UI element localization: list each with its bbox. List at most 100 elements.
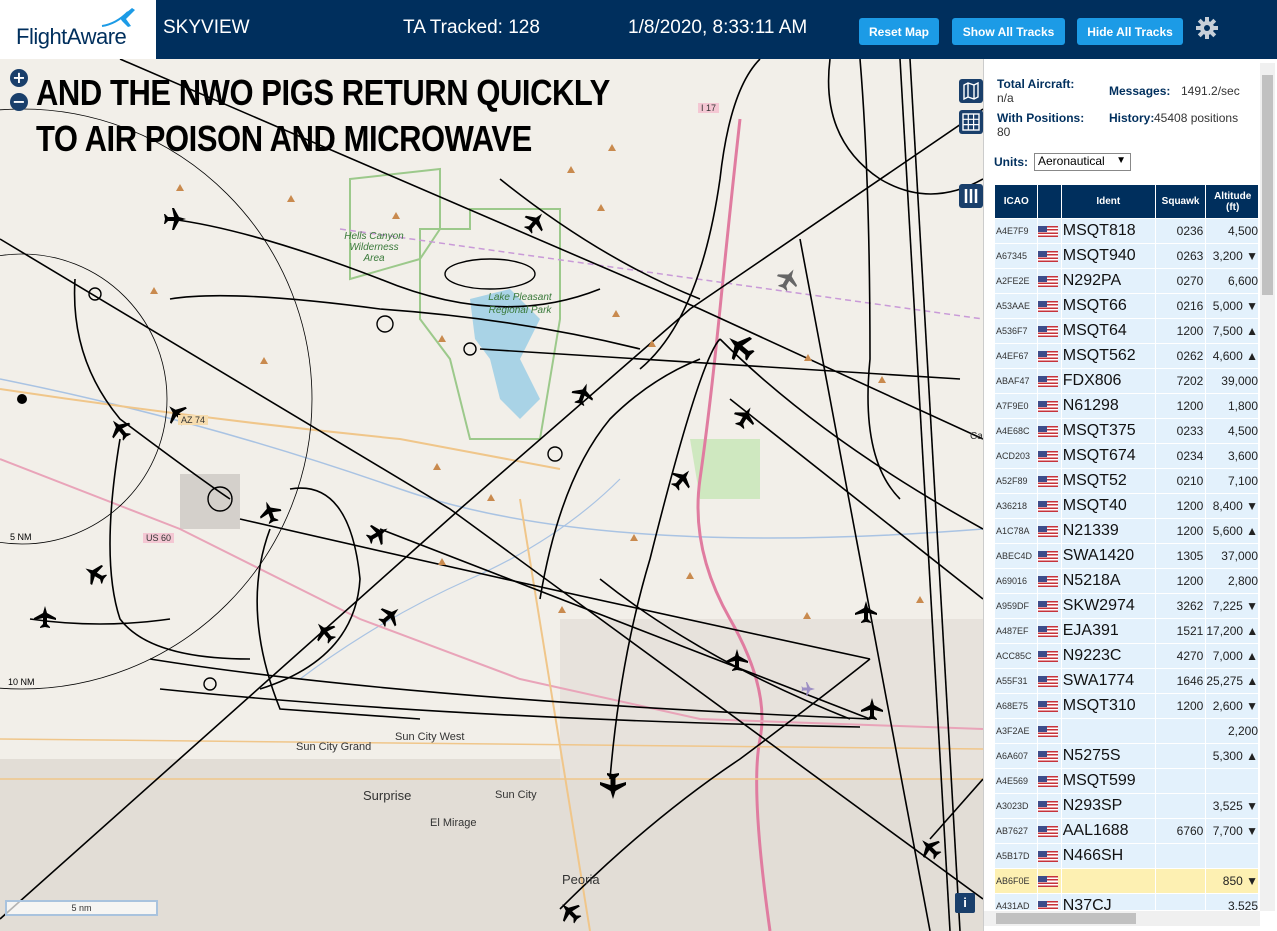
us-flag-icon bbox=[1038, 901, 1059, 910]
flag-cell bbox=[1038, 619, 1061, 643]
altitude-cell: 5,600 ▲ bbox=[1206, 519, 1258, 543]
table-row[interactable]: A4EF67 MSQT562 0262 4,600 ▲ bbox=[995, 344, 1258, 368]
boundary-line bbox=[339, 228, 983, 320]
col-flag-header[interactable] bbox=[1038, 185, 1061, 218]
us-flag-icon bbox=[1038, 276, 1059, 288]
col-icao-header[interactable]: ICAO bbox=[995, 185, 1038, 218]
tracked-count: TA Tracked: 128 bbox=[403, 17, 540, 38]
ident-cell: FDX806 bbox=[1061, 369, 1155, 393]
squawk-cell: 1200 bbox=[1155, 319, 1206, 343]
aircraft-table: ICAO Ident Squawk Altitude (ft) A4E7F9 MS… bbox=[994, 184, 1258, 910]
flag-cell bbox=[1038, 894, 1061, 910]
receiver-location bbox=[17, 394, 27, 404]
icao-cell: AB7627 bbox=[995, 819, 1038, 843]
altitude-cell: 4,500 bbox=[1206, 219, 1258, 243]
table-row[interactable]: A1C78A N21339 1200 5,600 ▲ bbox=[995, 519, 1258, 543]
altitude-cell: 4,500 bbox=[1206, 419, 1258, 443]
flag-cell bbox=[1038, 419, 1061, 443]
vertical-scrollbar[interactable] bbox=[1260, 63, 1275, 911]
table-row[interactable]: A2FE2E N292PA 0270 6,600 bbox=[995, 269, 1258, 293]
zoom-in-button[interactable]: + bbox=[10, 69, 28, 87]
hells-canyon-label: Hells Canyon Wilderness Area bbox=[344, 231, 404, 264]
grid-icon[interactable] bbox=[959, 110, 983, 134]
altitude-cell: 7,100 bbox=[1206, 469, 1258, 493]
table-row[interactable]: AB6F0E 850 ▼ bbox=[995, 869, 1258, 893]
info-button[interactable]: i bbox=[955, 893, 975, 913]
scrollbar-thumb[interactable] bbox=[1262, 75, 1273, 295]
flag-cell bbox=[1038, 344, 1061, 368]
us-flag-icon bbox=[1038, 401, 1059, 413]
zoom-out-button[interactable]: − bbox=[10, 93, 28, 111]
scrollbar-thumb[interactable] bbox=[996, 913, 1136, 924]
table-row[interactable]: ABAF47 FDX806 7202 39,000 bbox=[995, 369, 1258, 393]
flag-cell bbox=[1038, 469, 1061, 493]
altitude-cell: 7,225 ▼ bbox=[1206, 594, 1258, 618]
horizontal-scrollbar[interactable] bbox=[984, 911, 1260, 926]
us-flag-icon bbox=[1038, 551, 1059, 563]
table-row[interactable]: A431AD N37CJ 3,525 bbox=[995, 894, 1258, 910]
altitude-cell: 3,525 ▼ bbox=[1206, 794, 1258, 818]
us60-shield: US 60 bbox=[143, 533, 175, 543]
ident-cell bbox=[1061, 719, 1155, 743]
map-layer-icon[interactable] bbox=[959, 79, 983, 103]
sun-city-west-label: Sun City West bbox=[395, 731, 465, 743]
table-row[interactable]: AB7627 AAL1688 6760 7,700 ▼ bbox=[995, 819, 1258, 843]
aircraft-table-container[interactable]: ICAO Ident Squawk Altitude (ft) A4E7F9 MS… bbox=[994, 184, 1258, 910]
map-view[interactable]: Hells Canyon Wilderness Area Lake Pleasa… bbox=[0, 59, 983, 931]
icao-cell: A5B17D bbox=[995, 844, 1038, 868]
ident-cell: N5218A bbox=[1061, 569, 1155, 593]
reset-map-button[interactable]: Reset Map bbox=[859, 18, 939, 45]
table-row[interactable]: A53AAE MSQT66 0216 5,000 ▼ bbox=[995, 294, 1258, 318]
us-flag-icon bbox=[1038, 626, 1059, 638]
table-row[interactable]: A4E68C MSQT375 0233 4,500 bbox=[995, 419, 1258, 443]
us-flag-icon bbox=[1038, 476, 1059, 488]
table-row[interactable]: A55F31 SWA1774 1646 25,275 ▲ bbox=[995, 669, 1258, 693]
history-value: 45408 positions bbox=[1154, 111, 1239, 125]
columns-icon[interactable] bbox=[959, 184, 983, 208]
col-altitude-header[interactable]: Altitude (ft) bbox=[1206, 185, 1258, 218]
table-row[interactable]: A487EF EJA391 1521 17,200 ▲ bbox=[995, 619, 1258, 643]
table-row[interactable]: A67345 MSQT940 0263 3,200 ▼ bbox=[995, 244, 1258, 268]
icao-cell: ACC85C bbox=[995, 644, 1038, 668]
table-row[interactable]: A6A607 N5275S 5,300 ▲ bbox=[995, 744, 1258, 768]
lake-pleasant-label: Lake Pleasant Regional Park bbox=[488, 292, 552, 316]
table-row[interactable]: A7F9E0 N61298 1200 1,800 bbox=[995, 394, 1258, 418]
col-squawk-header[interactable]: Squawk bbox=[1155, 185, 1206, 218]
flag-cell bbox=[1038, 719, 1061, 743]
total-aircraft-value: n/a bbox=[997, 91, 1014, 105]
icao-cell: AB6F0E bbox=[995, 869, 1038, 893]
flightaware-logo[interactable]: FlightAware bbox=[0, 0, 156, 59]
table-row[interactable]: ACC85C N9223C 4270 7,000 ▲ bbox=[995, 644, 1258, 668]
scale-label: 5 nm bbox=[71, 903, 92, 913]
squawk-cell: 0236 bbox=[1155, 219, 1206, 243]
col-ident-header[interactable]: Ident bbox=[1061, 185, 1155, 218]
table-row[interactable]: A536F7 MSQT64 1200 7,500 ▲ bbox=[995, 319, 1258, 343]
surprise-label: Surprise bbox=[363, 788, 412, 803]
us-flag-icon bbox=[1038, 776, 1059, 788]
altitude-cell: 7,000 ▲ bbox=[1206, 644, 1258, 668]
show-all-tracks-button[interactable]: Show All Tracks bbox=[952, 18, 1065, 45]
ident-cell: N37CJ bbox=[1061, 894, 1155, 910]
table-row[interactable]: ACD203 MSQT674 0234 3,600 bbox=[995, 444, 1258, 468]
table-row[interactable]: A68E75 MSQT310 1200 2,600 ▼ bbox=[995, 694, 1258, 718]
us-flag-icon bbox=[1038, 751, 1059, 763]
table-row[interactable]: A959DF SKW2974 3262 7,225 ▼ bbox=[995, 594, 1258, 618]
table-row[interactable]: ABEC4D SWA1420 1305 37,000 bbox=[995, 544, 1258, 568]
table-row[interactable]: A3F2AE 2,200 bbox=[995, 719, 1258, 743]
squawk-cell bbox=[1155, 844, 1206, 868]
altitude-cell: 7,700 ▼ bbox=[1206, 819, 1258, 843]
table-row[interactable]: A4E569 MSQT599 bbox=[995, 769, 1258, 793]
table-row[interactable]: A69016 N5218A 1200 2,800 bbox=[995, 569, 1258, 593]
az74-shield: AZ 74 bbox=[178, 415, 209, 425]
table-row[interactable]: A5B17D N466SH bbox=[995, 844, 1258, 868]
altitude-cell: 3,200 ▼ bbox=[1206, 244, 1258, 268]
table-row[interactable]: A52F89 MSQT52 0210 7,100 bbox=[995, 469, 1258, 493]
table-row[interactable]: A36218 MSQT40 1200 8,400 ▼ bbox=[995, 494, 1258, 518]
hide-all-tracks-button[interactable]: Hide All Tracks bbox=[1077, 18, 1183, 45]
table-row[interactable]: A3023D N293SP 3,525 ▼ bbox=[995, 794, 1258, 818]
table-row[interactable]: A4E7F9 MSQT818 0236 4,500 bbox=[995, 219, 1258, 243]
altitude-cell: 1,800 bbox=[1206, 394, 1258, 418]
gear-icon[interactable] bbox=[1193, 14, 1221, 42]
icao-cell: A52F89 bbox=[995, 469, 1038, 493]
units-select[interactable]: Aeronautical ▼ bbox=[1034, 153, 1131, 171]
